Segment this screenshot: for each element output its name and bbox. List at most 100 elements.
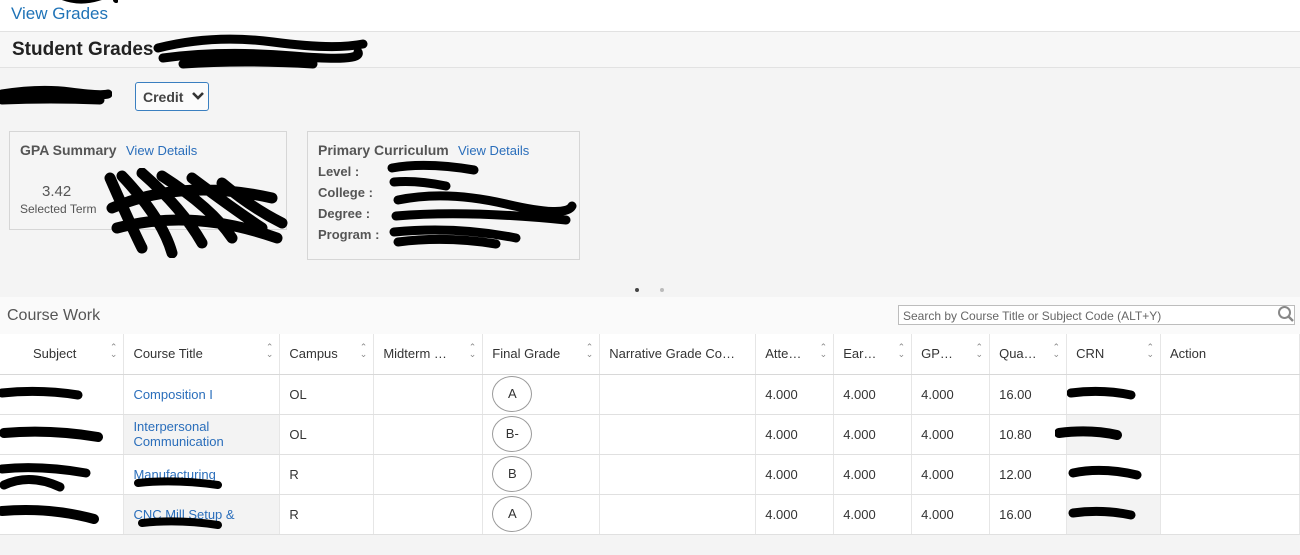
attempted-cell: 4.000 — [755, 454, 835, 495]
redaction-mark — [61, 0, 118, 4]
column-header-quality-points[interactable]: Qua… ⌃ ⌄ — [989, 334, 1068, 375]
column-header-campus[interactable]: Campus ⌃ ⌄ — [279, 334, 375, 375]
action-cell — [1160, 414, 1300, 455]
final-grade-badge[interactable]: A — [492, 376, 533, 412]
attempted-cell: 4.000 — [755, 494, 835, 535]
attempted-cell: 4.000 — [755, 374, 835, 415]
term-type-select[interactable]: Credit — [135, 82, 209, 111]
redaction-mark — [1068, 465, 1142, 479]
table-row: Manufacturing R B 4.000 4.000 4.000 12.0… — [0, 454, 1300, 495]
redaction-mark — [0, 426, 103, 442]
redaction-mark — [1068, 506, 1136, 519]
carousel-dot-active[interactable] — [635, 288, 639, 292]
quality-points-cell: 16.00 — [989, 374, 1068, 415]
final-grade-cell: A — [482, 374, 601, 415]
table-row: Composition I OL A 4.000 4.000 4.000 16.… — [0, 374, 1300, 415]
chevron-down-icon — [192, 92, 204, 100]
column-header-final-grade[interactable]: Final Grade ⌃ ⌄ — [482, 334, 601, 375]
campus-cell: R — [279, 454, 375, 495]
earned-cell: 4.000 — [833, 374, 913, 415]
redaction-mark — [134, 476, 223, 489]
course-search-input[interactable]: Search by Course Title or Subject Code (… — [898, 305, 1295, 325]
redaction-mark — [387, 160, 577, 249]
gpa-view-details-link[interactable]: View Details — [126, 143, 197, 158]
subject-cell — [0, 414, 125, 455]
crn-cell — [1066, 374, 1161, 415]
column-header-action: Action — [1160, 334, 1300, 375]
redaction-mark — [1055, 425, 1123, 440]
redaction-mark — [0, 85, 112, 105]
earned-cell: 4.000 — [833, 414, 913, 455]
crn-cell — [1055, 414, 1161, 455]
campus-cell: OL — [279, 414, 375, 455]
final-grade-badge[interactable]: B- — [492, 416, 533, 452]
course-title-link[interactable]: Manufacturing — [123, 454, 281, 495]
redaction-mark — [0, 462, 91, 491]
column-header-crn[interactable]: CRN ⌃ ⌄ — [1066, 334, 1161, 375]
gpa-value-label: Selected Term — [20, 202, 97, 216]
column-header-earned[interactable]: Ear… ⌃ ⌄ — [833, 334, 913, 375]
narrative-cell — [599, 374, 757, 415]
view-grades-link[interactable]: View Grades — [11, 4, 108, 24]
midterm-cell — [373, 374, 484, 415]
crn-cell — [1066, 494, 1161, 535]
redaction-mark — [1067, 386, 1136, 399]
course-title-link[interactable]: CNC Mill Setup & — [123, 494, 281, 535]
page-header: Student Grades - — [0, 31, 1300, 69]
primary-curriculum-card: Primary Curriculum View Details Level : … — [307, 131, 580, 260]
column-header-gpa[interactable]: GP… ⌃ ⌄ — [911, 334, 991, 375]
curriculum-program-label: Program : — [318, 227, 380, 242]
gpa-cell: 4.000 — [911, 414, 991, 455]
final-grade-cell: A — [482, 494, 601, 535]
redaction-mark — [138, 516, 223, 529]
narrative-cell — [599, 494, 757, 535]
curriculum-degree-label: Degree : — [318, 206, 371, 221]
sort-icon: ⌃ ⌄ — [585, 342, 594, 359]
midterm-cell — [373, 454, 484, 495]
action-cell — [1160, 454, 1300, 495]
table-header-row: Subject ⌃ ⌄ Course Title ⌃ ⌄ Campus ⌃ ⌄ Midter… — [0, 334, 1300, 375]
table-row: CNC Mill Setup & R A 4.000 4.000 4.000 1… — [0, 494, 1300, 535]
gpa-cell: 4.000 — [911, 374, 991, 415]
term-type-value: Credit — [143, 89, 184, 105]
column-header-attempted[interactable]: Atte… ⌃ ⌄ — [755, 334, 835, 375]
sort-icon: ⌃ ⌄ — [359, 342, 368, 359]
course-work-table: Subject ⌃ ⌄ Course Title ⌃ ⌄ Campus ⌃ ⌄ Midter… — [0, 334, 1300, 535]
column-header-course-title[interactable]: Course Title ⌃ ⌄ — [123, 334, 281, 375]
redaction-mark — [0, 504, 99, 524]
carousel-dot[interactable] — [660, 288, 664, 292]
curriculum-college-label: College : — [318, 185, 373, 200]
sort-icon: ⌃ ⌄ — [897, 342, 906, 359]
redaction-mark — [153, 34, 368, 69]
course-work-title: Course Work — [7, 307, 101, 324]
course-title-link[interactable]: Composition I — [123, 374, 281, 415]
curriculum-title: Primary Curriculum — [318, 142, 449, 158]
curriculum-view-details-link[interactable]: View Details — [458, 143, 529, 158]
sort-icon: ⌃ ⌄ — [265, 342, 274, 359]
action-cell — [1160, 374, 1300, 415]
column-header-subject[interactable]: Subject ⌃ ⌄ — [0, 334, 125, 375]
final-grade-badge[interactable]: A — [492, 496, 533, 532]
crn-cell — [1066, 454, 1161, 495]
midterm-cell — [373, 494, 484, 535]
campus-cell: OL — [279, 374, 375, 415]
gpa-cell: 4.000 — [911, 454, 991, 495]
gpa-cell: 4.000 — [911, 494, 991, 535]
curriculum-level-label: Level : — [318, 164, 360, 179]
sort-icon: ⌃ ⌄ — [819, 342, 828, 359]
final-grade-badge[interactable]: B — [492, 456, 533, 492]
table-row: Interpersonal Communication OL B- 4.000 … — [0, 414, 1300, 455]
column-header-midterm[interactable]: Midterm … ⌃ ⌄ — [373, 334, 484, 375]
course-work-header: Course Work Search by Course Title or Su… — [0, 297, 1300, 334]
gpa-value: 3.42 — [42, 183, 72, 200]
redaction-mark — [104, 168, 288, 258]
page-title: Student Grades - — [12, 39, 166, 60]
course-title-link[interactable]: Interpersonal Communication — [123, 414, 281, 455]
narrative-cell — [599, 414, 757, 455]
sort-icon: ⌃ ⌄ — [1052, 342, 1061, 359]
subject-cell — [0, 454, 125, 495]
search-icon[interactable] — [1277, 305, 1295, 323]
column-header-narrative-grade[interactable]: Narrative Grade Co… — [599, 334, 757, 375]
sort-icon: ⌃ ⌄ — [109, 342, 118, 359]
final-grade-cell: B — [482, 454, 601, 495]
